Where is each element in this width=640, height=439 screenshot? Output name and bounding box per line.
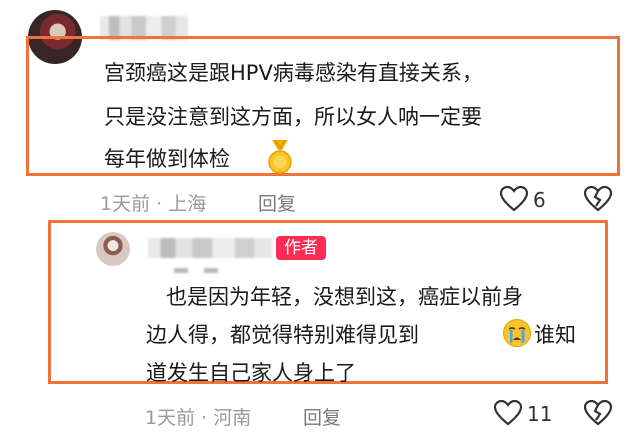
reply-comment-line-2: 边人得，都觉得特别难得见到 bbox=[146, 323, 419, 347]
broken-heart-icon[interactable] bbox=[583, 400, 613, 426]
redaction-mark bbox=[204, 268, 218, 273]
broken-heart-icon[interactable] bbox=[583, 186, 613, 212]
reply-comment-line-1: 也是因为年轻，没想到这，癌症以前身 bbox=[166, 285, 523, 309]
reply-comment-line-3: 道发生自己家人身上了 bbox=[146, 361, 356, 385]
top-comment-like-count: 6 bbox=[533, 188, 546, 212]
reply-comment-time-location: 1天前 · 河南 bbox=[145, 407, 252, 429]
gold-medal-icon bbox=[268, 140, 292, 174]
reply-comment-reply-button[interactable]: 回复 bbox=[303, 403, 341, 430]
top-comment-line-2: 只是没注意到这方面，所以女人呐一定要 bbox=[104, 105, 482, 129]
reply-comment-line-2-end: 谁知 bbox=[534, 323, 576, 347]
top-comment-reply-button[interactable]: 回复 bbox=[258, 189, 296, 216]
author-name-redacted[interactable] bbox=[148, 238, 272, 258]
top-comment-line-1: 宫颈癌这是跟HPV病毒感染有直接关系， bbox=[104, 61, 483, 85]
heart-icon[interactable] bbox=[494, 400, 522, 426]
redaction-mark bbox=[174, 268, 188, 273]
top-comment-line-3: 每年做到体检 bbox=[104, 147, 230, 171]
author-avatar[interactable] bbox=[96, 232, 130, 266]
crying-emoji-icon bbox=[503, 319, 531, 347]
heart-icon[interactable] bbox=[500, 186, 528, 212]
top-comment-time-location: 1天前 · 上海 bbox=[100, 193, 207, 215]
author-badge: 作者 bbox=[276, 236, 326, 260]
reply-comment-like-count: 11 bbox=[527, 402, 553, 426]
